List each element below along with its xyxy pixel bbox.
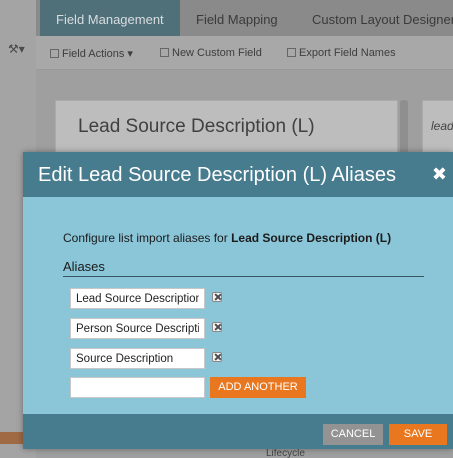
toolbar: Field Actions ▾ New Custom Field Export …	[36, 36, 453, 70]
tab-bar: Field Management Field Mapping Custom La…	[36, 0, 453, 36]
field-actions-button[interactable]: Field Actions ▾	[50, 47, 133, 60]
edit-aliases-dialog: Edit Lead Source Description (L) Aliases…	[23, 152, 453, 449]
field-actions-label: Field Actions	[62, 48, 125, 60]
remove-alias-2-icon[interactable]	[212, 322, 222, 332]
field-card-title: Lead Source Description (L)	[78, 116, 315, 137]
scrollbar[interactable]	[400, 100, 408, 155]
bottom-label: Lifecycle	[266, 448, 305, 458]
field-card[interactable]: Lead Source Description (L)	[55, 100, 398, 160]
remove-alias-3-icon[interactable]	[212, 352, 222, 362]
description-field-name: Lead Source Description (L)	[231, 231, 392, 245]
wrench-icon[interactable]: ⚒▾	[8, 42, 25, 56]
dialog-title: Edit Lead Source Description (L) Aliases	[38, 164, 396, 186]
tab-field-management[interactable]: Field Management	[40, 0, 180, 36]
new-alias-input[interactable]	[70, 377, 205, 398]
tab-custom-layout-designer[interactable]: Custom Layout Designer	[312, 0, 453, 36]
dialog-footer: CANCEL SAVE	[23, 414, 453, 449]
field-actions-icon	[50, 49, 59, 58]
cancel-button[interactable]: CANCEL	[323, 424, 383, 445]
close-icon[interactable]: ✖	[432, 164, 447, 185]
save-button[interactable]: SAVE	[389, 424, 447, 445]
side-card-text: lead	[431, 119, 453, 133]
export-field-names-label: Export Field Names	[299, 47, 396, 59]
export-field-names-button[interactable]: Export Field Names	[287, 47, 396, 59]
dialog-description: Configure list import aliases for Lead S…	[63, 231, 391, 245]
alias-input-3[interactable]	[70, 348, 205, 369]
new-field-icon	[160, 48, 169, 57]
tab-field-mapping[interactable]: Field Mapping	[196, 0, 278, 36]
alias-input-1[interactable]	[70, 288, 205, 309]
dialog-header: Edit Lead Source Description (L) Aliases…	[23, 152, 453, 197]
description-prefix: Configure list import aliases for	[63, 231, 232, 245]
side-card[interactable]: lead	[422, 100, 453, 160]
export-icon	[287, 48, 296, 57]
remove-alias-1-icon[interactable]	[212, 292, 222, 302]
alias-input-2[interactable]	[70, 318, 205, 339]
new-custom-field-button[interactable]: New Custom Field	[160, 47, 262, 59]
aliases-heading: Aliases	[63, 259, 105, 274]
aliases-divider	[63, 276, 424, 277]
add-another-button[interactable]: ADD ANOTHER	[210, 377, 306, 398]
new-custom-field-label: New Custom Field	[172, 47, 262, 59]
